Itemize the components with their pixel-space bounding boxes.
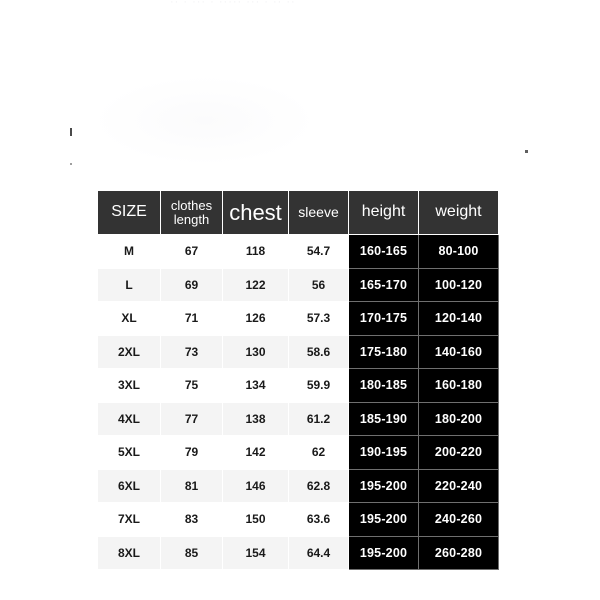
cell-sleeve: 62: [288, 435, 349, 470]
cell-sleeve: 56: [288, 267, 349, 302]
cell-sleeve: 62.8: [288, 468, 349, 503]
cell-sleeve: 54.7: [288, 234, 349, 269]
table-row: 4XL 77 138 61.2 185-190 180-200: [97, 401, 499, 436]
cell-chest: 126: [222, 301, 289, 336]
cell-chest: 134: [222, 368, 289, 403]
cell-length: 75: [160, 368, 223, 403]
cell-weight: 220-240: [418, 468, 499, 503]
cell-height: 165-170: [348, 267, 419, 302]
cell-size: 4XL: [97, 401, 161, 436]
cell-weight: 260-280: [418, 535, 499, 570]
cell-chest: 142: [222, 435, 289, 470]
column-header-weight: weight: [418, 190, 499, 235]
cell-height: 170-175: [348, 301, 419, 336]
cell-size: 7XL: [97, 502, 161, 537]
column-header-height: height: [348, 190, 419, 235]
cell-height: 190-195: [348, 435, 419, 470]
column-header-size: SIZE: [97, 190, 161, 235]
cell-weight: 160-180: [418, 368, 499, 403]
cell-chest: 150: [222, 502, 289, 537]
cell-height: 175-180: [348, 334, 419, 369]
table-row: 8XL 85 154 64.4 195-200 260-280: [97, 535, 499, 570]
cell-weight: 80-100: [418, 234, 499, 269]
cell-length: 73: [160, 334, 223, 369]
cell-length: 85: [160, 535, 223, 570]
table-row: 6XL 81 146 62.8 195-200 220-240: [97, 468, 499, 503]
cell-weight: 240-260: [418, 502, 499, 537]
table-row: M 67 118 54.7 160-165 80-100: [97, 234, 499, 269]
column-header-clothes-length: clothes length: [160, 190, 223, 235]
cell-length: 81: [160, 468, 223, 503]
cell-sleeve: 57.3: [288, 301, 349, 336]
cell-length: 83: [160, 502, 223, 537]
artifact-mark-left: [70, 128, 72, 136]
cell-height: 185-190: [348, 401, 419, 436]
cell-sleeve: 58.6: [288, 334, 349, 369]
cell-height: 195-200: [348, 535, 419, 570]
cell-height: 180-185: [348, 368, 419, 403]
table-row: L 69 122 56 165-170 100-120: [97, 267, 499, 302]
size-chart-header: SIZE clothes length chest sleeve height …: [97, 190, 499, 235]
cell-length: 71: [160, 301, 223, 336]
column-header-sleeve: sleeve: [288, 190, 349, 235]
artifact-mark-right: [525, 150, 528, 153]
cropped-header-text-remnant: ·· · ··· · ····· ··· · ·· ··: [170, 0, 425, 5]
cell-sleeve: 63.6: [288, 502, 349, 537]
cell-weight: 180-200: [418, 401, 499, 436]
table-row: 2XL 73 130 58.6 175-180 140-160: [97, 334, 499, 369]
cell-height: 195-200: [348, 468, 419, 503]
cell-size: 2XL: [97, 334, 161, 369]
cell-chest: 118: [222, 234, 289, 269]
cell-chest: 138: [222, 401, 289, 436]
table-row: XL 71 126 57.3 170-175 120-140: [97, 301, 499, 336]
cell-size: L: [97, 267, 161, 302]
cell-size: M: [97, 234, 161, 269]
table-row: 3XL 75 134 59.9 180-185 160-180: [97, 368, 499, 403]
cell-chest: 154: [222, 535, 289, 570]
cell-weight: 200-220: [418, 435, 499, 470]
cell-height: 160-165: [348, 234, 419, 269]
cell-length: 79: [160, 435, 223, 470]
cell-chest: 130: [222, 334, 289, 369]
size-chart-body: M 67 118 54.7 160-165 80-100 L 69 122 56 165-170 10…: [97, 234, 499, 570]
cell-weight: 140-160: [418, 334, 499, 369]
cell-weight: 120-140: [418, 301, 499, 336]
table-row: 5XL 79 142 62 190-195 200-220: [97, 435, 499, 470]
cell-height: 195-200: [348, 502, 419, 537]
size-chart-container: SIZE clothes length chest sleeve height …: [97, 190, 499, 570]
cell-weight: 100-120: [418, 267, 499, 302]
cell-length: 67: [160, 234, 223, 269]
cell-chest: 122: [222, 267, 289, 302]
cell-sleeve: 64.4: [288, 535, 349, 570]
faded-product-image-remnant: [62, 58, 538, 183]
cell-sleeve: 59.9: [288, 368, 349, 403]
cell-size: 6XL: [97, 468, 161, 503]
cell-length: 69: [160, 267, 223, 302]
artifact-mark-lower-left: [70, 163, 72, 165]
header-row: SIZE clothes length chest sleeve height …: [97, 190, 499, 235]
cell-sleeve: 61.2: [288, 401, 349, 436]
size-chart-table: SIZE clothes length chest sleeve height …: [97, 190, 499, 570]
column-header-chest: chest: [222, 190, 289, 235]
table-row: 7XL 83 150 63.6 195-200 240-260: [97, 502, 499, 537]
cell-chest: 146: [222, 468, 289, 503]
cell-size: 5XL: [97, 435, 161, 470]
cell-size: XL: [97, 301, 161, 336]
cell-length: 77: [160, 401, 223, 436]
cell-size: 3XL: [97, 368, 161, 403]
cell-size: 8XL: [97, 535, 161, 570]
